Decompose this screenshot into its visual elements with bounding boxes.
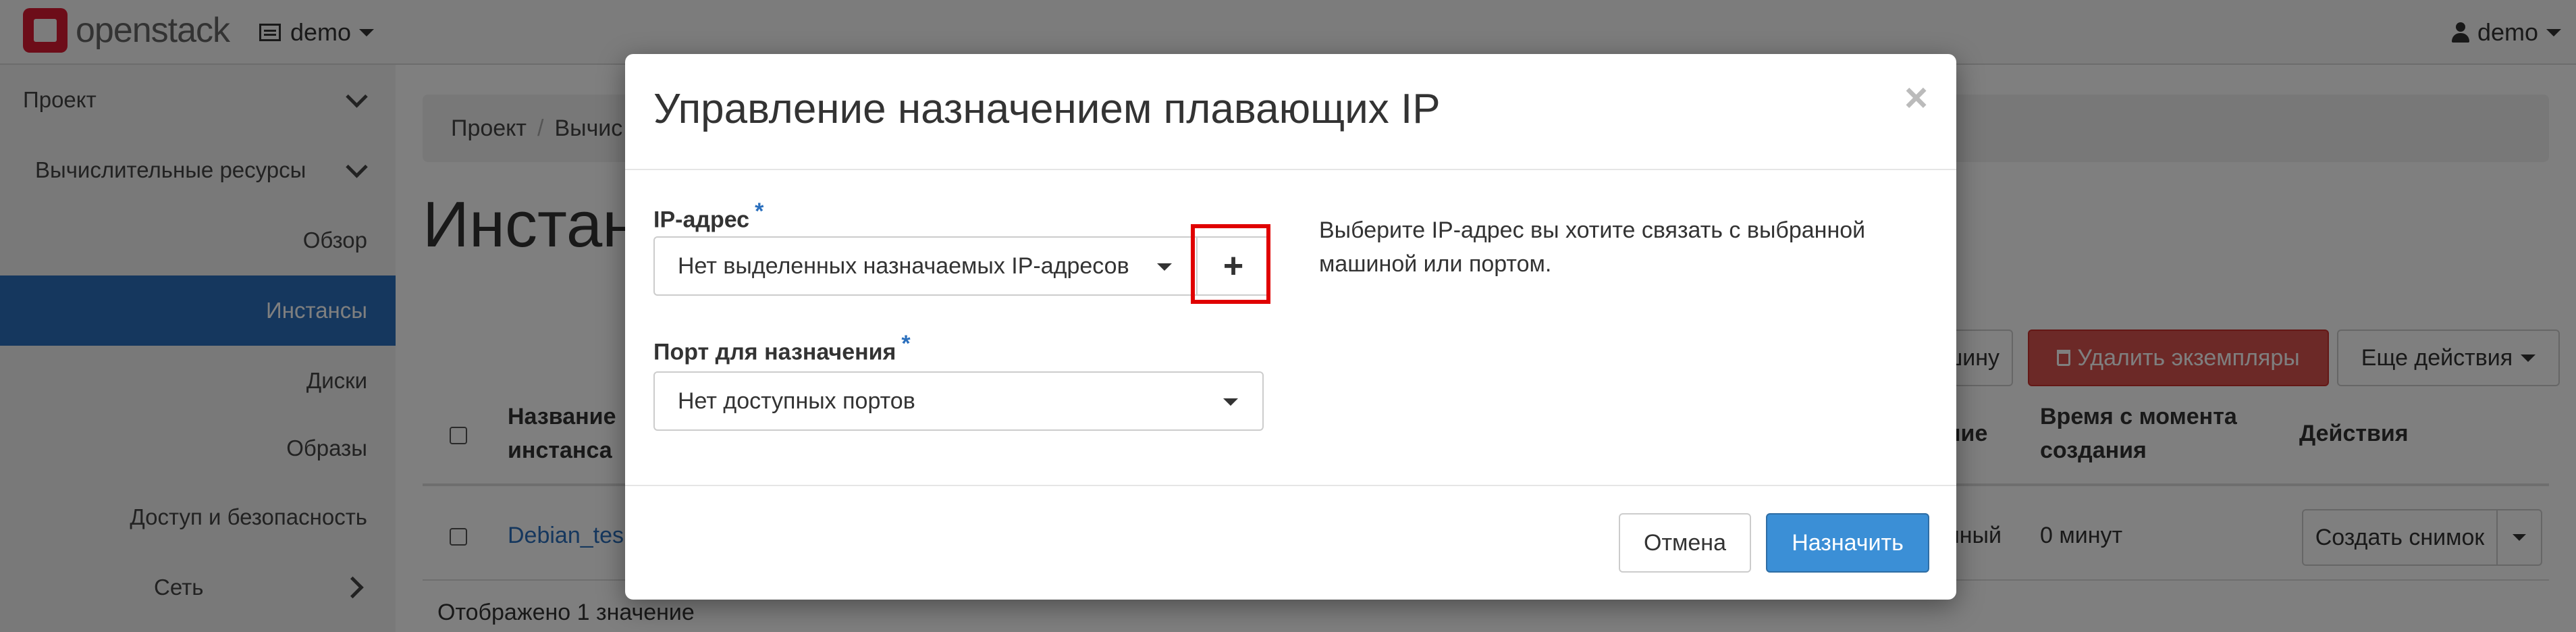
modal-footer: Отмена Назначить <box>625 485 1956 600</box>
port-select[interactable]: Нет доступных портов <box>653 371 1264 431</box>
ip-address-label: IP-адрес * <box>653 199 763 233</box>
modal-header: Управление назначением плавающих IP × <box>625 54 1956 170</box>
ip-address-select-value: Нет выделенных назначаемых IP-адресов <box>678 253 1129 279</box>
chevron-down-icon <box>1223 398 1238 406</box>
port-select-value: Нет доступных портов <box>678 388 915 414</box>
associate-button[interactable]: Назначить <box>1766 513 1929 573</box>
close-icon[interactable]: × <box>1904 74 1928 121</box>
required-marker: * <box>901 331 911 357</box>
ip-address-select[interactable]: Нет выделенных назначаемых IP-адресов <box>653 236 1198 296</box>
port-label: Порт для назначения * <box>653 331 911 365</box>
chevron-down-icon <box>1157 263 1172 271</box>
floating-ip-modal: Управление назначением плавающих IP × IP… <box>625 54 1956 600</box>
help-text: Выберите IP-адрес вы хотите связать с вы… <box>1319 217 1866 277</box>
port-label-text: Порт для назначения <box>653 339 896 365</box>
required-marker: * <box>755 199 764 224</box>
cancel-button[interactable]: Отмена <box>1619 513 1751 573</box>
ip-address-label-text: IP-адрес <box>653 207 750 233</box>
highlight-box <box>1191 224 1270 304</box>
modal-title: Управление назначением плавающих IP <box>653 86 1441 132</box>
